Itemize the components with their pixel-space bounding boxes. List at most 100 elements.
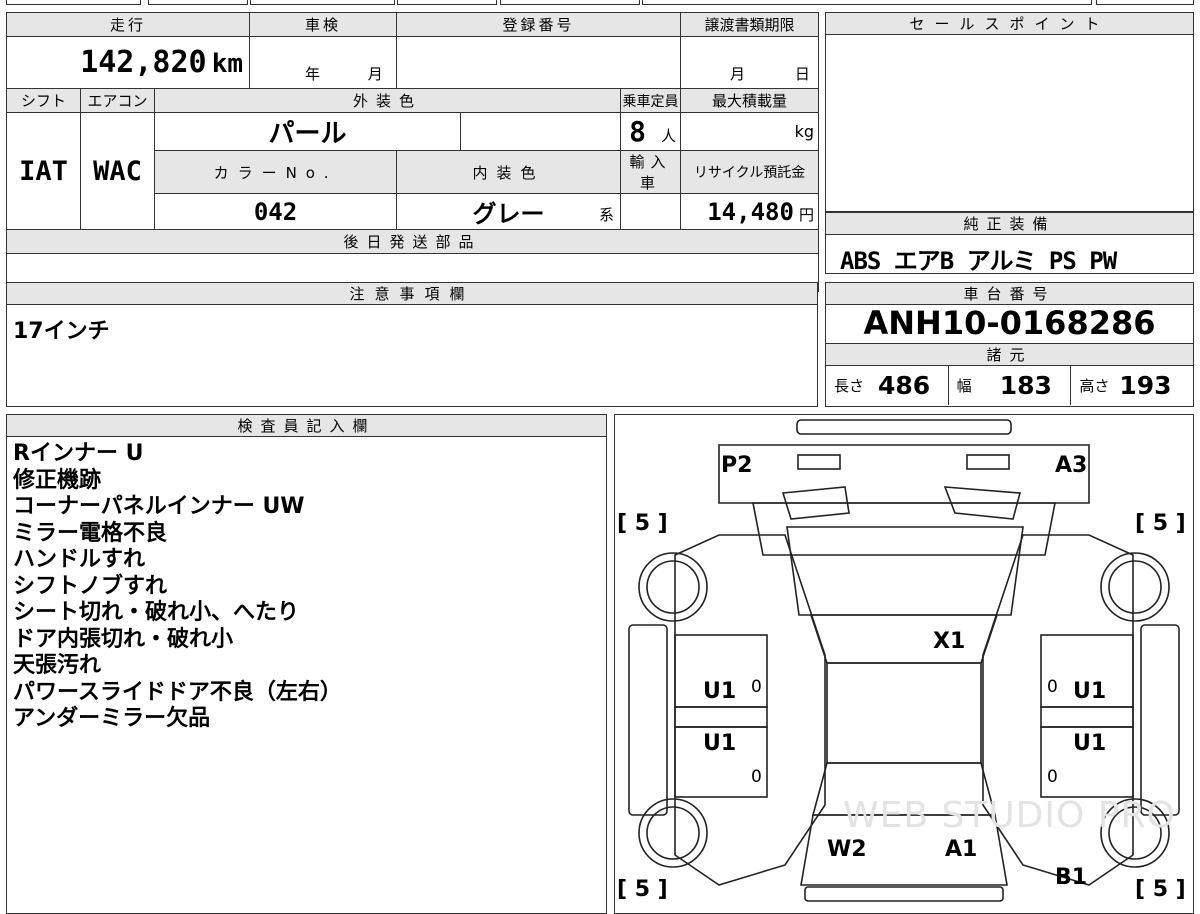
rear-bumper-shape xyxy=(804,886,1004,902)
watermark: WEB STUDIO PRO xyxy=(843,795,1176,836)
inspection-label: 車検 xyxy=(249,12,398,37)
exterior-color-sub-cell xyxy=(460,112,622,151)
interior-color-unit: 系 xyxy=(599,206,615,224)
label-front-right: A3 xyxy=(1055,453,1088,478)
tire-front-right xyxy=(1100,552,1170,622)
tire-rear-left-inner xyxy=(646,806,700,860)
top-strip-cell xyxy=(148,0,248,5)
exterior-color-value: パール xyxy=(153,112,462,151)
max-load-cell: kg xyxy=(680,112,820,151)
transfer-month: 月 xyxy=(730,65,746,83)
registration-value-cell xyxy=(396,36,682,89)
aircon-value: WAC xyxy=(80,112,155,230)
transfer-day: 日 xyxy=(794,65,810,83)
label-right-front-door: U1 xyxy=(1073,679,1107,704)
specs-row: 長さ 486 幅 183 高さ 193 xyxy=(826,366,1193,405)
capacity-label: 乗車定員 xyxy=(620,88,682,113)
right-pillar-shape xyxy=(1040,706,1134,728)
sales-point-label: セールスポイント xyxy=(826,13,1193,35)
top-strip-cell xyxy=(1096,0,1194,5)
inspector-note-line: シフトノブすれ xyxy=(13,573,168,599)
inspector-label: 検査員記入欄 xyxy=(7,415,606,437)
front-lamp-right xyxy=(966,454,1010,470)
import-cell xyxy=(620,193,682,230)
inspector-note-line: ドア内張切れ・破れ小 xyxy=(13,626,234,652)
color-no-label: カラーNo. xyxy=(153,150,398,194)
tire-front-right-inner xyxy=(1108,560,1162,614)
label-roof: X1 xyxy=(933,629,966,654)
equipment-value: ABS エアB アルミ PS PW xyxy=(840,247,1117,275)
spec-height: 高さ 193 xyxy=(1071,366,1193,405)
cowl-shape xyxy=(752,502,1056,556)
interior-color-label: 内装色 xyxy=(396,150,622,194)
recycle-value: 14,480 xyxy=(707,197,794,226)
transfer-cell: 月 日 xyxy=(680,36,820,89)
inspector-note-line: ミラー電格不良 xyxy=(13,520,168,546)
inspection-cell: 年 月 xyxy=(249,36,398,89)
inspector-note-line: ハンドルすれ xyxy=(13,547,146,572)
transfer-deadline-label: 譲渡書類期限 xyxy=(680,12,820,37)
recycle-unit: 円 xyxy=(799,205,815,224)
equipment-label: 純正装備 xyxy=(826,213,1193,235)
max-load-unit: kg xyxy=(794,122,815,141)
front-bumper-shape xyxy=(796,419,1012,435)
capacity-value: 8 xyxy=(629,115,646,148)
shift-label: シフト xyxy=(6,88,81,113)
small-mark: 0 xyxy=(751,767,762,787)
tire-rear-left xyxy=(638,798,708,868)
top-strip-cell xyxy=(6,0,141,5)
label-left-front-door: U1 xyxy=(703,679,737,704)
height-value: 193 xyxy=(1119,371,1172,400)
label-rear-right: B1 xyxy=(1055,865,1088,890)
inspector-notes: Rインナー U 修正機跡 コーナーパネルインナー UW ミラー電格不良 ハンドル… xyxy=(7,437,606,733)
small-mark: 0 xyxy=(1047,767,1058,787)
spec-width: 幅 183 xyxy=(949,366,1072,405)
caution-value: 17インチ xyxy=(13,319,110,344)
equipment-box: 純正装備 ABS エアB アルミ PS PW xyxy=(825,212,1194,275)
inspector-note-line: シート切れ・破れ小、へたり xyxy=(13,600,300,625)
left-step-shape xyxy=(628,624,668,816)
color-no-value: 042 xyxy=(153,193,398,230)
hood-shape xyxy=(718,444,1090,504)
recycle-cell: 14,480 円 xyxy=(680,193,820,230)
tire-mark-front-right: [ 5 ] xyxy=(1135,511,1186,536)
inspector-note-line: 修正機跡 xyxy=(13,467,102,493)
mileage-value: 142,820 xyxy=(80,45,207,80)
later-parts-label: 後日発送部品 xyxy=(5,229,820,254)
length-label: 長さ xyxy=(834,377,865,395)
import-label: 輸入車 xyxy=(620,150,682,194)
tire-mark-front-left: [ 5 ] xyxy=(617,511,668,536)
tire-mark-rear-left: [ 5 ] xyxy=(617,877,668,902)
registration-label: 登録番号 xyxy=(396,12,682,37)
spec-length: 長さ 486 xyxy=(826,366,949,405)
left-pillar-shape xyxy=(674,706,768,728)
top-strip-cell xyxy=(397,0,497,5)
caution-label: 注意事項欄 xyxy=(7,283,817,305)
inspection-year: 年 xyxy=(305,65,321,83)
inspector-note-line: 天張汚れ xyxy=(13,653,102,678)
length-value: 486 xyxy=(878,371,931,400)
inspector-box: 検査員記入欄 Rインナー U 修正機跡 コーナーパネルインナー UW ミラー電格… xyxy=(6,414,607,914)
vehicle-info-table: 走行 車検 登録番号 譲渡書類期限 142,820 km 年 月 月 日 シフト… xyxy=(5,12,820,292)
width-label: 幅 xyxy=(956,377,972,395)
exterior-color-label: 外装色 xyxy=(153,88,622,113)
sales-point-box: セールスポイント xyxy=(825,12,1194,212)
small-mark: 0 xyxy=(1047,677,1058,697)
inspection-month: 月 xyxy=(367,65,383,83)
windshield-shape xyxy=(786,526,1024,616)
shift-value: IAT xyxy=(6,112,81,230)
small-mark: 0 xyxy=(751,677,762,697)
inspector-note-line: Rインナー U xyxy=(13,441,144,466)
aircon-label: エアコン xyxy=(80,88,155,113)
height-label: 高さ xyxy=(1079,377,1110,395)
top-strip-cell xyxy=(250,0,395,5)
label-rear-left: W2 xyxy=(827,837,867,862)
chassis-value: ANH10-0168286 xyxy=(863,304,1156,342)
damage-diagram-box: WEB STUDIO PRO [ 5 ] [ 5 ] [ 5 ] [ 5 ] P… xyxy=(614,414,1194,914)
right-step-shape xyxy=(1140,624,1180,816)
tire-front-left-inner xyxy=(646,560,700,614)
label-left-rear-door: U1 xyxy=(703,731,737,756)
inspector-note-line: パワースライドドア不良（左右） xyxy=(13,679,342,705)
inspector-note-line: アンダーミラー欠品 xyxy=(13,706,211,731)
chassis-label: 車台番号 xyxy=(826,283,1193,305)
